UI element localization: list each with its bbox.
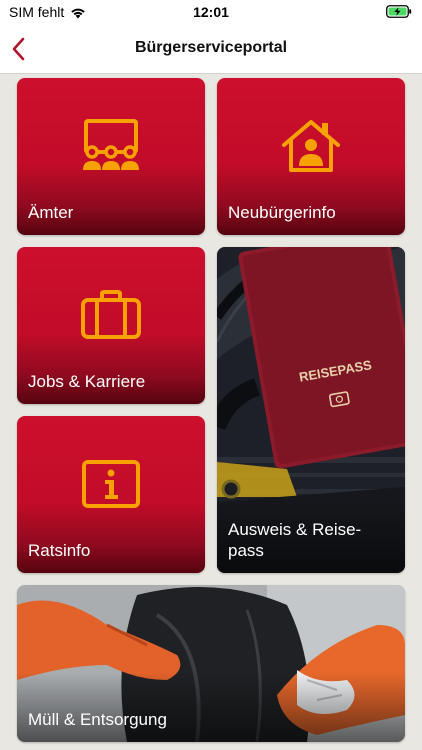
group-presentation-icon: [83, 119, 139, 170]
battery-charging-icon: [386, 5, 412, 18]
briefcase-icon: [81, 290, 141, 339]
tile-jobs-karriere[interactable]: Jobs & Karriere: [17, 247, 205, 404]
tile-ausweis-reisepass[interactable]: REISEPASS Ausweis & Reise- pass: [217, 247, 405, 573]
tile-label: Ausweis & Reise- pass: [228, 520, 362, 560]
navigation-bar: Bürgerserviceportal: [0, 24, 422, 74]
tile-label: Ratsinfo: [28, 541, 91, 560]
tile-ratsinfo[interactable]: Ratsinfo: [17, 416, 205, 573]
page-title: Bürgerserviceportal: [134, 39, 288, 56]
tile-neubuergerinfo[interactable]: Neubürgerinfo: [217, 78, 405, 235]
status-bar: SIM fehlt 12:01: [0, 0, 422, 24]
tile-shade: [17, 672, 405, 742]
tile-aemter[interactable]: Ämter: [17, 78, 205, 235]
tile-muell-entsorgung[interactable]: Müll & Entsorgung: [17, 585, 405, 742]
tile-label: Müll & Entsorgung: [28, 710, 167, 729]
house-person-icon: [282, 120, 340, 172]
tile-label: Jobs & Karriere: [28, 372, 146, 391]
info-icon: [82, 460, 140, 508]
tile-label: Neubürgerinfo: [228, 203, 336, 222]
clock: 12:01: [193, 4, 229, 20]
tile-label: Ämter: [28, 203, 74, 222]
